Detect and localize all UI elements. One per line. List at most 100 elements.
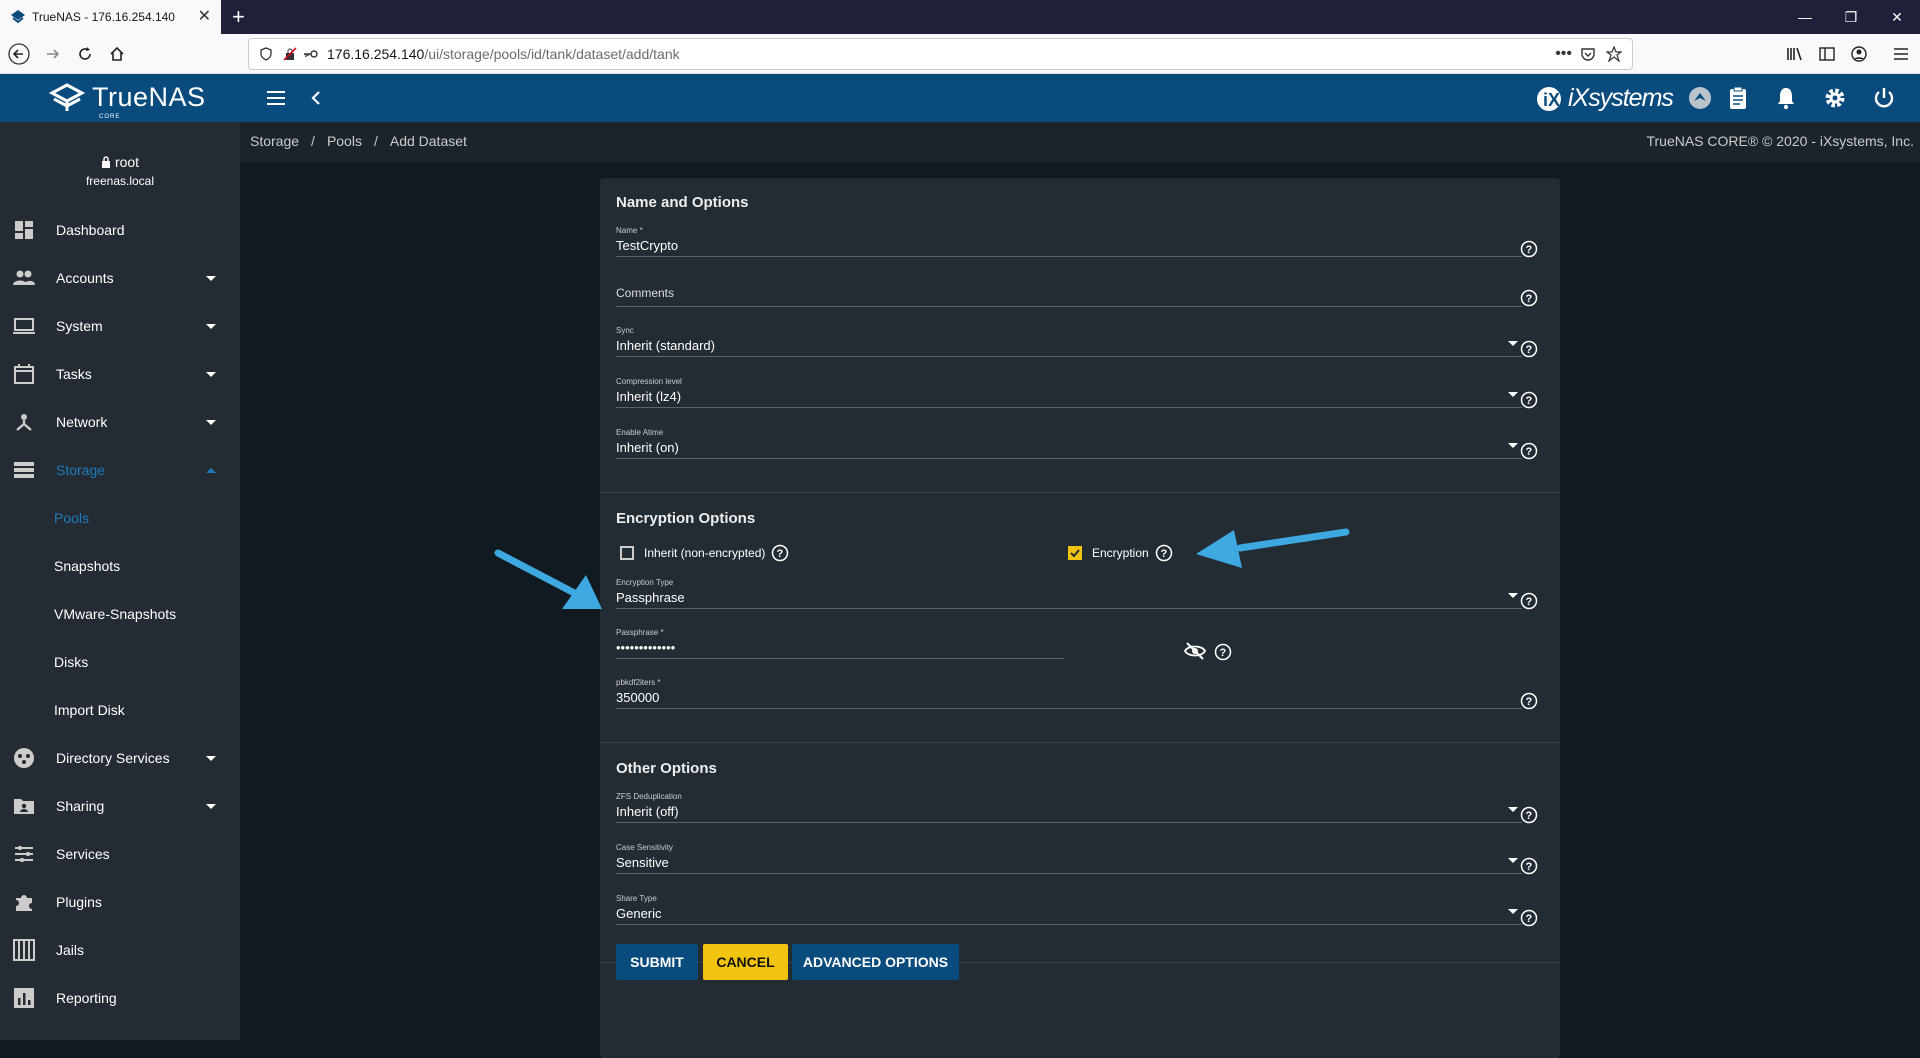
sidebar-item-jails[interactable]: Jails xyxy=(0,930,240,970)
dropdown-arrow-icon[interactable] xyxy=(1508,443,1518,448)
chevron-down-icon[interactable] xyxy=(206,803,216,809)
submit-button[interactable]: SUBMIT xyxy=(616,944,698,980)
dropdown-arrow-icon[interactable] xyxy=(1508,593,1518,598)
breadcrumb-storage[interactable]: Storage xyxy=(250,133,299,149)
visibility-off-icon[interactable] xyxy=(1184,642,1206,660)
help-icon[interactable]: ? xyxy=(771,544,789,562)
encryption-checkbox[interactable]: Encryption ? xyxy=(1068,544,1173,562)
sidebar-item-system[interactable]: System xyxy=(0,306,240,346)
breadcrumb-pools[interactable]: Pools xyxy=(327,133,362,149)
insecure-lock-icon[interactable] xyxy=(283,47,297,61)
chevron-down-icon[interactable] xyxy=(206,755,216,761)
compression-select[interactable]: Compression level Inherit (lz4) xyxy=(616,377,1522,408)
library-icon[interactable] xyxy=(1784,43,1806,65)
forward-icon[interactable] xyxy=(42,43,64,65)
dropdown-arrow-icon[interactable] xyxy=(1508,807,1518,812)
checkbox-checked[interactable] xyxy=(1068,546,1082,560)
case-sensitivity-select[interactable]: Case Sensitivity Sensitive xyxy=(616,843,1522,874)
hamburger-menu-icon[interactable] xyxy=(264,86,288,110)
notifications-bell-icon[interactable] xyxy=(1774,86,1798,110)
page-actions-icon[interactable]: ••• xyxy=(1555,45,1572,63)
advanced-options-button[interactable]: ADVANCED OPTIONS xyxy=(792,944,959,980)
help-icon[interactable]: ? xyxy=(1520,692,1538,710)
sidebar-item-dashboard[interactable]: Dashboard xyxy=(0,210,240,250)
sidebar-item-storage[interactable]: Storage xyxy=(0,450,240,490)
pbkdf2iters-value[interactable]: 350000 xyxy=(616,690,1522,705)
sidebar-item-plugins[interactable]: Plugins xyxy=(0,882,240,922)
sidebar-item-disks[interactable]: Disks xyxy=(0,642,240,682)
cancel-button[interactable]: CANCEL xyxy=(703,944,788,980)
dropdown-arrow-icon[interactable] xyxy=(1508,858,1518,863)
truecommand-icon[interactable] xyxy=(1688,86,1712,110)
minimize-icon[interactable]: — xyxy=(1782,0,1828,34)
passphrase-field[interactable]: Passphrase * ••••••••••••• xyxy=(616,628,1064,659)
encryption-type-select[interactable]: Encryption Type Passphrase xyxy=(616,578,1522,609)
breadcrumb: Storage / Pools / Add Dataset xyxy=(250,133,467,149)
help-icon[interactable]: ? xyxy=(1520,340,1538,358)
sidebar-item-reporting[interactable]: Reporting xyxy=(0,978,240,1018)
restore-icon[interactable]: ❐ xyxy=(1828,0,1874,34)
sync-select[interactable]: Sync Inherit (standard) xyxy=(616,326,1522,357)
checkbox-unchecked[interactable] xyxy=(620,546,634,560)
new-tab-icon[interactable]: + xyxy=(232,6,245,28)
chevron-down-icon[interactable] xyxy=(206,419,216,425)
browser-tab[interactable]: TrueNAS - 176.16.254.140 ✕ xyxy=(0,0,221,34)
help-icon[interactable]: ? xyxy=(1520,391,1538,409)
back-icon[interactable] xyxy=(8,43,30,65)
chevron-down-icon[interactable] xyxy=(206,371,216,377)
help-icon[interactable]: ? xyxy=(1520,592,1538,610)
menu-icon[interactable] xyxy=(1890,43,1912,65)
help-icon[interactable]: ? xyxy=(1155,544,1173,562)
sidebar-item-services[interactable]: Services xyxy=(0,834,240,874)
dropdown-arrow-icon[interactable] xyxy=(1508,341,1518,346)
sidebar-item-directory-services[interactable]: Directory Services xyxy=(0,738,240,778)
comments-field[interactable]: Comments xyxy=(616,276,1522,307)
sidebar-item-accounts[interactable]: Accounts xyxy=(0,258,240,298)
help-icon[interactable]: ? xyxy=(1214,643,1232,661)
dropdown-arrow-icon[interactable] xyxy=(1508,909,1518,914)
dedup-select[interactable]: ZFS Deduplication Inherit (off) xyxy=(616,792,1522,823)
sidebar-toggle-icon[interactable] xyxy=(1816,43,1838,65)
truenas-logo[interactable]: TrueNAS CORE xyxy=(48,82,206,120)
close-tab-icon[interactable]: ✕ xyxy=(198,9,211,25)
atime-select[interactable]: Enable Atime Inherit (on) xyxy=(616,428,1522,459)
help-icon[interactable]: ? xyxy=(1520,909,1538,927)
pocket-icon[interactable] xyxy=(1580,46,1596,62)
passphrase-value[interactable]: ••••••••••••• xyxy=(616,640,1064,655)
task-manager-icon[interactable] xyxy=(1726,86,1750,110)
name-value[interactable]: TestCrypto xyxy=(616,238,1522,253)
settings-gear-icon[interactable] xyxy=(1823,86,1847,110)
inherit-checkbox[interactable]: Inherit (non-encrypted) ? xyxy=(620,544,789,562)
help-icon[interactable]: ? xyxy=(1520,806,1538,824)
name-field[interactable]: Name * TestCrypto xyxy=(616,226,1522,257)
collapse-chevron-icon[interactable] xyxy=(304,86,328,110)
share-type-select[interactable]: Share Type Generic xyxy=(616,894,1522,925)
help-icon[interactable]: ? xyxy=(1520,240,1538,258)
dropdown-arrow-icon[interactable] xyxy=(1508,392,1518,397)
close-window-icon[interactable]: ✕ xyxy=(1874,0,1920,34)
bookmark-star-icon[interactable] xyxy=(1606,46,1622,62)
sidebar-item-tasks[interactable]: Tasks xyxy=(0,354,240,394)
sidebar-item-import-disk[interactable]: Import Disk xyxy=(0,690,240,730)
pbkdf2iters-field[interactable]: pbkdf2iters * 350000 xyxy=(616,678,1522,709)
sidebar-item-network[interactable]: Network xyxy=(0,402,240,442)
sidebar-item-snapshots[interactable]: Snapshots xyxy=(0,546,240,586)
sidebar-item-vmware-snapshots[interactable]: VMware-Snapshots xyxy=(0,594,240,634)
help-icon[interactable]: ? xyxy=(1520,442,1538,460)
chevron-down-icon[interactable] xyxy=(206,323,216,329)
dedup-label: ZFS Deduplication xyxy=(616,792,682,801)
power-icon[interactable] xyxy=(1872,86,1896,110)
shield-icon[interactable] xyxy=(259,47,273,61)
help-icon[interactable]: ? xyxy=(1520,857,1538,875)
chevron-up-icon[interactable] xyxy=(206,467,216,473)
address-bar[interactable]: 176.16.254.140/ui/storage/pools/id/tank/… xyxy=(248,38,1633,70)
reload-icon[interactable] xyxy=(74,43,96,65)
key-icon[interactable] xyxy=(303,47,319,61)
sidebar-item-pools[interactable]: Pools xyxy=(0,498,240,538)
help-icon[interactable]: ? xyxy=(1520,289,1538,307)
account-icon[interactable] xyxy=(1848,43,1870,65)
chevron-down-icon[interactable] xyxy=(206,275,216,281)
home-icon[interactable] xyxy=(106,43,128,65)
sidebar-item-sharing[interactable]: Sharing xyxy=(0,786,240,826)
hostname: freenas.local xyxy=(85,174,155,188)
